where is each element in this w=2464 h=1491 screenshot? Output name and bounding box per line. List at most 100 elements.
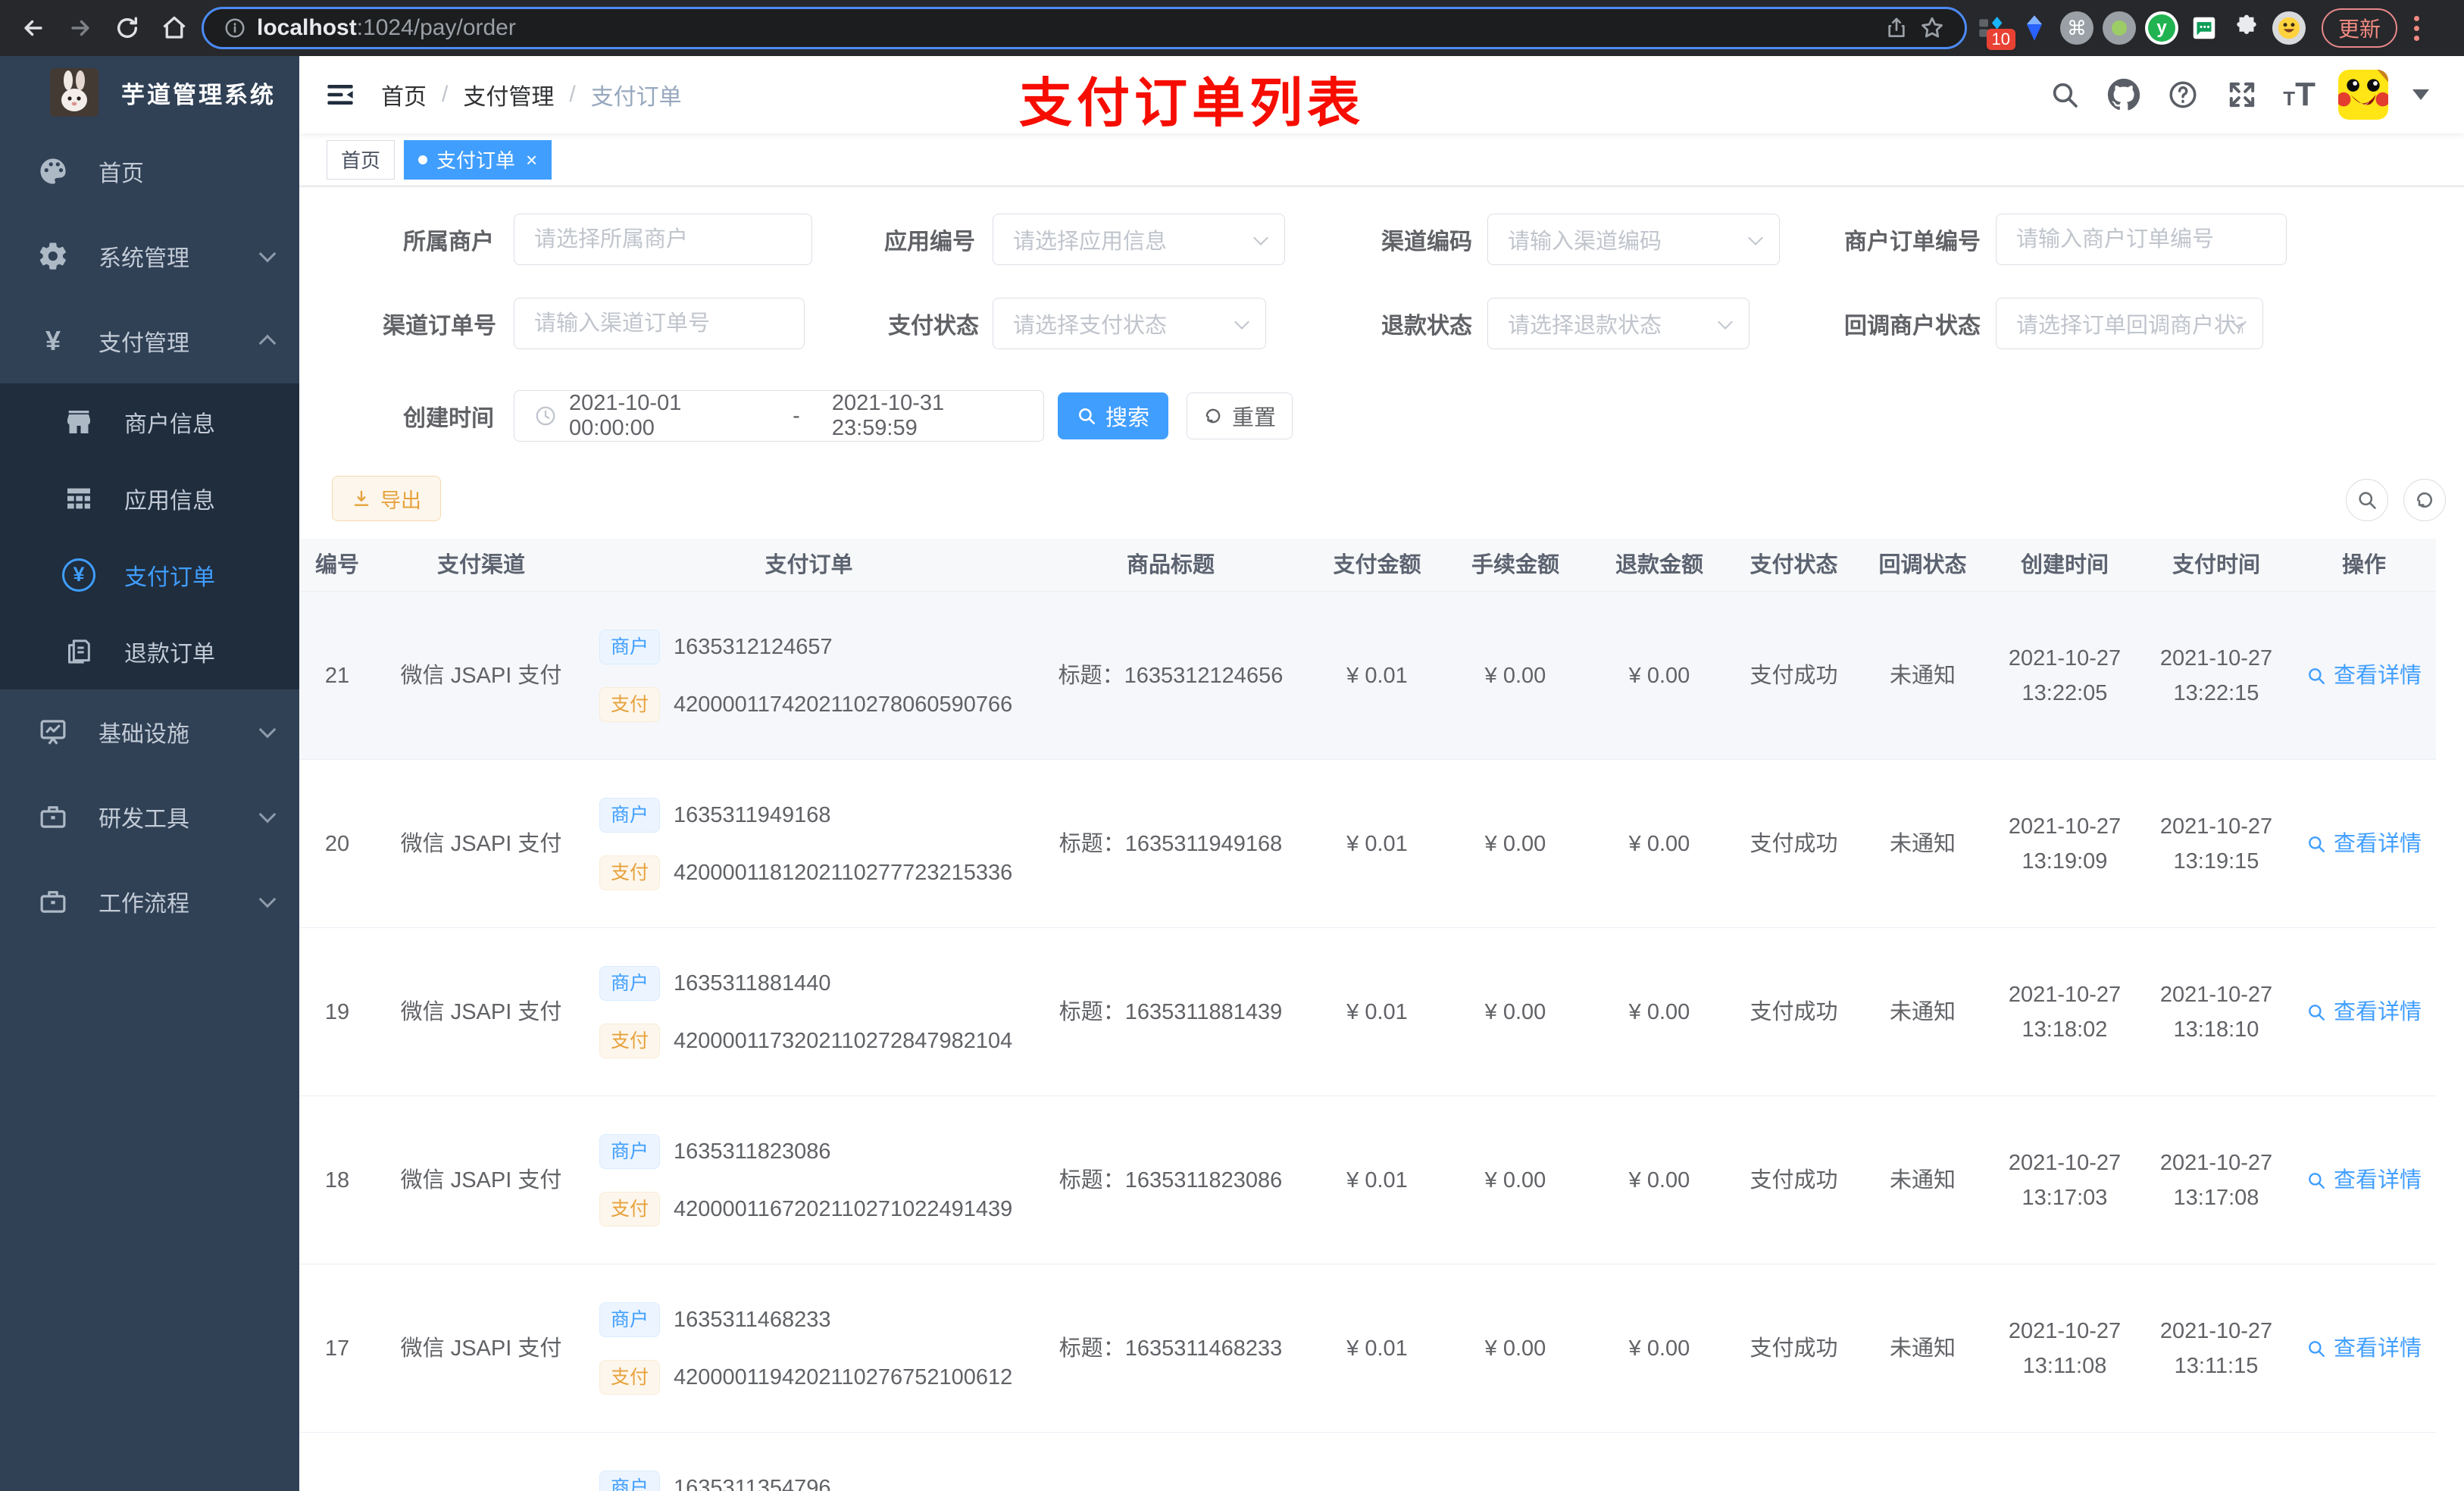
reset-button[interactable]: 重置 <box>1187 392 1293 439</box>
breadcrumb-home[interactable]: 首页 <box>381 78 427 111</box>
back-icon[interactable] <box>14 8 53 48</box>
sidebar-item-label: 首页 <box>98 161 144 186</box>
tag-home[interactable]: 首页 <box>327 139 396 180</box>
table-row[interactable]: 19 微信 JSAPI 支付 商户 1635311881440 支付 42000… <box>299 928 2436 1096</box>
pay-date: 2021-10-27 <box>2159 814 2273 839</box>
view-detail-link[interactable]: 查看详情 <box>2306 827 2422 861</box>
merchant-tag: 商户 <box>599 797 661 833</box>
merchant-tag: 商户 <box>599 1470 661 1491</box>
merchant-order-no-input[interactable] <box>1996 214 2287 265</box>
select-placeholder: 请选择退款状态 <box>1508 314 1662 338</box>
sidebar-item-refund-order[interactable]: 退款订单 <box>0 613 299 689</box>
sidebar-item-workflow[interactable]: 工作流程 <box>0 859 299 944</box>
select-placeholder: 请选择应用信息 <box>1013 230 1168 254</box>
product-title <box>1030 1433 1311 1491</box>
view-detail-link[interactable]: 查看详情 <box>2306 659 2422 692</box>
column-header: 编号 <box>314 552 359 577</box>
sidebar-item-dev-tools[interactable]: 研发工具 <box>0 774 299 859</box>
table-row[interactable]: 18 微信 JSAPI 支付 商户 1635311823086 支付 42000… <box>299 1096 2436 1264</box>
action-cell: 查看详情 <box>2292 1096 2436 1264</box>
avatar-dropdown-caret-icon[interactable] <box>2412 89 2429 100</box>
order-id: 20 <box>324 831 350 856</box>
sidebar-item-label: 研发工具 <box>98 807 189 832</box>
table-search-toggle-icon[interactable] <box>2346 479 2388 521</box>
refund-amount: ¥ 0.00 <box>1628 1167 1690 1192</box>
date-range-picker[interactable]: 2021-10-01 00:00:00 - 2021-10-31 23:59:5… <box>514 390 1044 442</box>
view-detail-link[interactable]: 查看详情 <box>2306 1332 2422 1365</box>
pay-status-select[interactable]: 请选择支付状态 <box>993 298 1266 349</box>
share-icon[interactable] <box>1884 16 1909 40</box>
search-button[interactable]: 搜索 <box>1058 392 1168 439</box>
merchant-order-no: 1635311468233 <box>674 1307 831 1332</box>
table-grid-icon <box>61 483 97 514</box>
pay-status: 支付成功 <box>1750 663 1838 688</box>
github-icon[interactable] <box>2106 77 2142 113</box>
tag-close-icon[interactable]: × <box>526 150 537 170</box>
briefcase-icon <box>33 886 73 917</box>
sidebar-item-payment[interactable]: ¥ 支付管理 <box>0 299 299 383</box>
channel-order-no-input[interactable] <box>514 298 805 349</box>
pay-channel: 微信 JSAPI 支付 <box>400 1336 562 1361</box>
view-detail-link[interactable]: 查看详情 <box>2306 996 2422 1029</box>
sidebar-collapse-icon[interactable] <box>317 72 363 117</box>
table-refresh-icon[interactable] <box>2403 479 2446 521</box>
sidebar-item-infrastructure[interactable]: 基础设施 <box>0 689 299 774</box>
tag-pay-order[interactable]: 支付订单 × <box>404 139 552 180</box>
site-info-icon[interactable] <box>224 17 246 39</box>
tags-view-bar: 首页 支付订单 × <box>299 133 2464 186</box>
fullscreen-icon[interactable] <box>2224 77 2260 113</box>
channel-code-select[interactable]: 请输入渠道编码 <box>1487 214 1780 265</box>
search-icon[interactable] <box>2047 77 2083 113</box>
table-row[interactable]: 21 微信 JSAPI 支付 商户 1635312124657 支付 42000… <box>299 592 2436 760</box>
app-id-select[interactable]: 请选择应用信息 <box>993 214 1285 265</box>
emoji-extension-icon[interactable] <box>2272 11 2306 45</box>
forward-icon[interactable] <box>61 8 100 48</box>
merchant-order-no: 1635311949168 <box>674 802 831 827</box>
create-time: 13:11:08 <box>2022 1353 2107 1378</box>
sidebar-item-system[interactable]: 系统管理 <box>0 214 299 299</box>
refund-status-select[interactable]: 请选择退款状态 <box>1487 298 1750 349</box>
page-title-annotation: 支付订单列表 <box>1019 73 1365 133</box>
pay-order-cell: 商户 1635311881440 支付 42000011732021102728… <box>587 928 1030 1096</box>
sidebar-item-app-info[interactable]: 应用信息 <box>0 460 299 536</box>
extension-pinned-icon[interactable]: 10 <box>1975 11 2015 50</box>
pay-amount: ¥ 0.01 <box>1346 999 1408 1024</box>
y-extension-icon[interactable]: y <box>2144 11 2179 45</box>
product-title: 标题：1635311881439 <box>1058 999 1283 1024</box>
pay-status <box>1731 1433 1856 1491</box>
table-row[interactable]: 20 微信 JSAPI 支付 商户 1635311949168 支付 42000… <box>299 760 2436 928</box>
merchant-input[interactable] <box>514 214 812 265</box>
browser-update-button[interactable]: 更新 <box>2322 8 2398 48</box>
command-extension-icon[interactable]: ⌘ <box>2059 11 2094 45</box>
home-icon[interactable] <box>155 8 194 48</box>
export-button[interactable]: 导出 <box>332 476 441 521</box>
pay-time: 13:17:08 <box>2173 1185 2259 1210</box>
sketch-extension-icon[interactable] <box>2017 11 2052 45</box>
sidebar-item-merchant-info[interactable]: 商户信息 <box>0 383 299 460</box>
sidebar-item-pay-order[interactable]: ¥ 支付订单 <box>0 536 299 613</box>
help-icon[interactable] <box>2165 77 2201 113</box>
table-row[interactable]: 商户 1635311354796 支付 查看详情 <box>299 1433 2436 1491</box>
url-bar[interactable]: localhost:1024/pay/order <box>202 7 1967 49</box>
sidebar-item-label: 支付管理 <box>98 331 189 356</box>
gray-dot-extension-icon[interactable] <box>2102 11 2137 45</box>
view-detail-link[interactable]: 查看详情 <box>2306 1164 2422 1197</box>
chat-extension-icon[interactable] <box>2187 11 2222 45</box>
merchant-order-line: 商户 1635311354796 <box>599 1470 831 1491</box>
table-row[interactable]: 17 微信 JSAPI 支付 商户 1635311468233 支付 42000… <box>299 1264 2436 1433</box>
extensions-puzzle-icon[interactable] <box>2229 11 2264 45</box>
pay-time-cell: 2021-10-27 13:19:15 <box>2140 760 2292 927</box>
font-size-icon[interactable]: TT <box>2283 76 2315 114</box>
top-navbar: 首页 / 支付管理 / 支付订单 支付订单列表 TT <box>299 56 2464 133</box>
reload-icon[interactable] <box>108 8 147 48</box>
user-avatar[interactable] <box>2338 70 2388 120</box>
browser-menu-icon[interactable] <box>2414 15 2420 41</box>
monitor-chart-icon <box>33 716 73 748</box>
notify-status-select[interactable]: 请选择订单回调商户状态 <box>1996 298 2263 349</box>
date-start: 2021-10-01 00:00:00 <box>569 391 682 440</box>
pay-time-cell: 2021-10-27 13:11:15 <box>2140 1264 2292 1432</box>
sidebar-item-home[interactable]: 首页 <box>0 129 299 214</box>
bookmark-star-icon[interactable] <box>1919 15 1945 41</box>
breadcrumb-payment[interactable]: 支付管理 <box>463 78 554 111</box>
column-header: 商品标题 <box>1126 552 1215 577</box>
